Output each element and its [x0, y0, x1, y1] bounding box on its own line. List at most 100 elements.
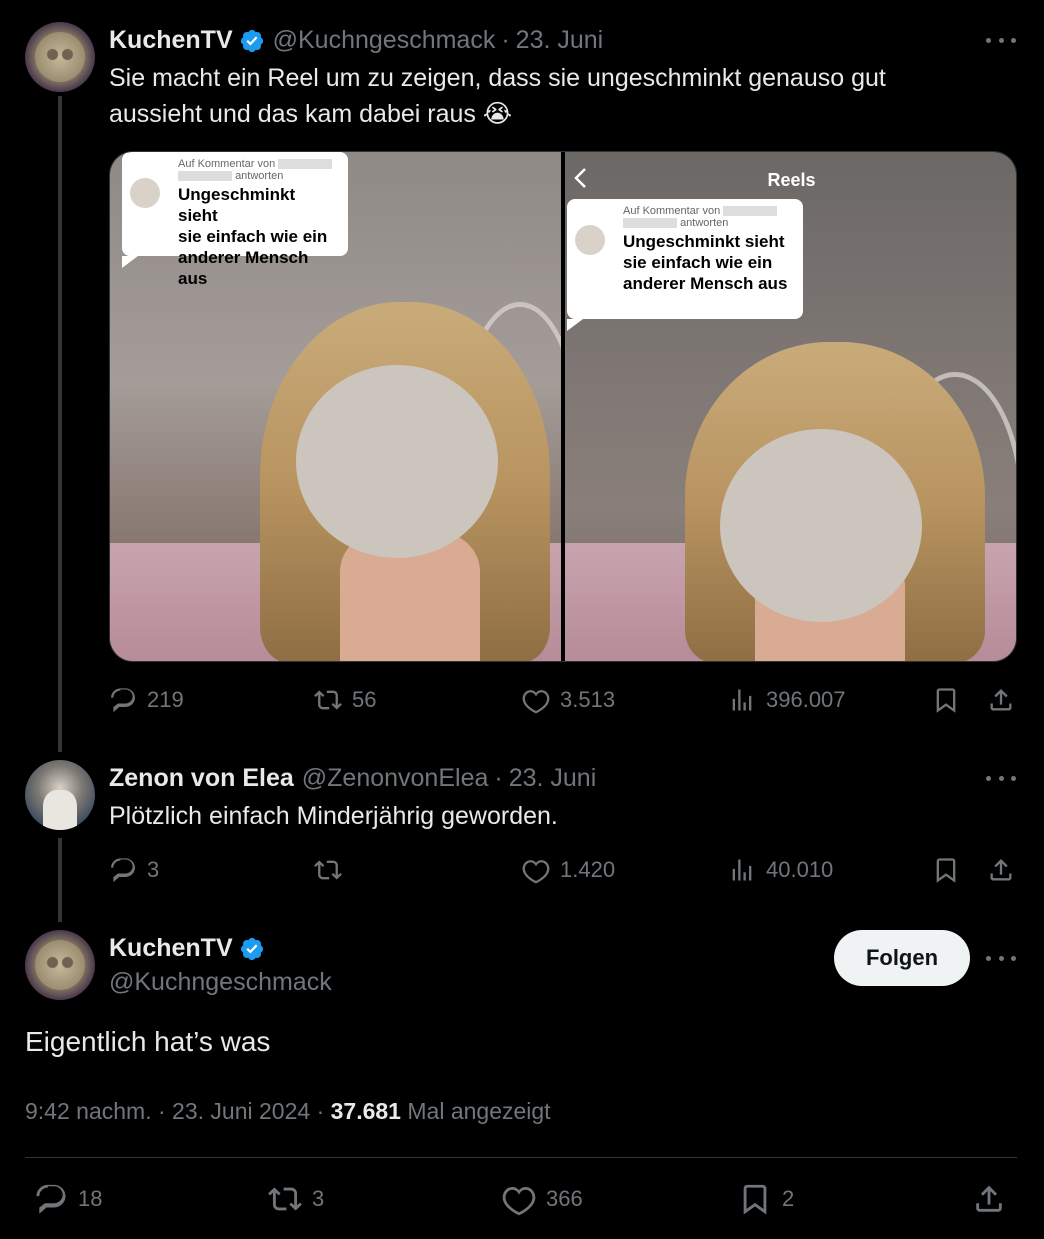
comment-small-text: Auf Kommentar von	[577, 205, 793, 217]
views-button[interactable]: 40.010	[728, 856, 833, 884]
author-handle[interactable]: @ZenonvonElea	[302, 764, 489, 793]
tweet-date[interactable]: 23. Juni	[509, 764, 597, 793]
like-button[interactable]: 1.420	[522, 856, 615, 884]
follow-button[interactable]: Folgen	[834, 930, 970, 986]
separator-dot: ·	[316, 1098, 331, 1124]
comment-bubble: Auf Kommentar von antworten Ungeschminkt…	[567, 199, 803, 331]
share-button[interactable]	[972, 1182, 1016, 1216]
bookmark-icon	[743, 1184, 767, 1215]
tweet-date[interactable]: 23. Juni	[516, 26, 604, 55]
main-tweet-text: Eigentlich hat’s was	[25, 1026, 271, 1057]
like-button[interactable]: 366	[502, 1182, 583, 1216]
share-icon	[976, 1185, 1002, 1212]
divider	[25, 1157, 1017, 1158]
repost-icon	[268, 1187, 302, 1211]
analytics-icon	[732, 859, 752, 881]
tweet-media[interactable]: Auf Kommentar von antworten Ungeschminkt…	[109, 151, 1017, 662]
tweet-text: Sie macht ein Reel um zu zeigen, dass si…	[109, 60, 886, 132]
verified-badge-icon	[240, 937, 263, 960]
share-icon	[990, 859, 1012, 881]
separator-dot: ·	[157, 1098, 173, 1124]
like-count: 3.513	[560, 687, 616, 712]
tweet-time[interactable]: 9:42 nachm.	[25, 1098, 152, 1124]
like-count: 366	[546, 1186, 583, 1211]
like-button[interactable]: 3.513	[522, 686, 615, 714]
view-label: Mal angezeigt	[407, 1098, 551, 1124]
tweet-header: KuchenTV	[109, 934, 265, 963]
comment-text: anderer Mensch aus	[178, 248, 309, 288]
bookmark-count: 2	[782, 1186, 795, 1211]
reels-header: Reels	[767, 170, 816, 190]
share-button[interactable]	[987, 686, 1025, 714]
tweet-text-line: aussieht und das kam dabei raus 😭	[109, 100, 513, 128]
comment-avatar	[130, 178, 160, 208]
separator-dot: ·	[501, 26, 510, 54]
tweet-header: KuchenTV @Kuchngeschmack · 23. Juni	[109, 26, 603, 55]
repost-button[interactable]: 3	[268, 1182, 324, 1216]
comment-small-text: antworten	[577, 217, 793, 229]
tweet-text-line: Sie macht ein Reel um zu zeigen, dass si…	[109, 64, 886, 92]
author-name[interactable]: Zenon von Elea	[109, 764, 294, 793]
author-handle[interactable]: @Kuchngeschmack	[273, 26, 496, 55]
comment-text: Ungeschminkt sieht	[178, 185, 296, 225]
bookmark-icon	[936, 858, 956, 883]
comment-avatar	[575, 225, 605, 255]
author-handle[interactable]: @Kuchngeschmack	[109, 968, 332, 997]
bookmark-button[interactable]: 2	[738, 1182, 794, 1216]
repost-count: 3	[312, 1186, 325, 1211]
view-count: 40.010	[766, 857, 834, 882]
views-button[interactable]: 396.007	[728, 686, 846, 714]
share-icon	[990, 689, 1012, 711]
avatar[interactable]	[25, 22, 95, 92]
author-name[interactable]: KuchenTV	[109, 934, 233, 963]
author-name[interactable]: KuchenTV	[109, 26, 233, 55]
reply-button[interactable]: 18	[34, 1182, 102, 1216]
comment-text: anderer Mensch aus	[623, 274, 788, 293]
thread-line	[58, 96, 62, 752]
face-blur	[720, 429, 922, 622]
more-options-icon[interactable]	[986, 948, 1016, 968]
reply-button[interactable]: 219	[109, 686, 184, 714]
avatar[interactable]	[25, 760, 95, 830]
tweet-meta: 9:42 nachm. · 23. Juni 2024 · 37.681 Mal…	[25, 1098, 551, 1125]
video-frame-right: Reels Auf Kommentar von antworten Ungesc…	[565, 152, 1016, 661]
view-count: 37.681	[330, 1098, 401, 1124]
thread-line	[58, 838, 62, 922]
bookmark-button[interactable]	[932, 856, 970, 884]
analytics-icon	[732, 689, 752, 711]
heart-icon	[522, 690, 550, 714]
reply-button[interactable]: 3	[109, 856, 159, 884]
verified-badge-icon	[240, 29, 263, 52]
comment-small-text: Auf Kommentar von	[132, 158, 338, 170]
bookmark-icon	[936, 688, 956, 713]
tweet-full-date[interactable]: 23. Juni 2024	[172, 1098, 310, 1124]
comment-text: Ungeschminkt sieht	[623, 232, 785, 251]
more-options-icon[interactable]	[986, 768, 1016, 788]
repost-icon	[314, 690, 342, 710]
separator-dot: ·	[494, 764, 503, 792]
more-options-icon[interactable]	[986, 30, 1016, 50]
repost-button[interactable]: 56	[314, 686, 376, 714]
comment-text: sie einfach wie ein	[178, 227, 328, 246]
repost-button[interactable]	[314, 856, 352, 884]
tweet-text: Plötzlich einfach Minderjährig geworden.	[109, 802, 558, 830]
bookmark-button[interactable]	[932, 686, 970, 714]
repost-count: 56	[352, 687, 377, 712]
reply-icon	[36, 1184, 66, 1214]
share-button[interactable]	[987, 856, 1025, 884]
avatar[interactable]	[25, 930, 95, 1000]
reply-icon	[111, 688, 135, 713]
view-count: 396.007	[766, 687, 846, 712]
comment-bubble: Auf Kommentar von antworten Ungeschminkt…	[122, 152, 348, 288]
handle-row: @Kuchngeschmack	[109, 968, 332, 997]
video-frame-left: Auf Kommentar von antworten Ungeschminkt…	[110, 152, 561, 661]
repost-icon	[314, 860, 342, 880]
reply-count: 219	[147, 687, 184, 712]
reply-count: 18	[78, 1186, 103, 1211]
reply-icon	[111, 858, 135, 883]
heart-icon	[522, 860, 550, 884]
heart-icon	[502, 1186, 536, 1216]
tweet-header: Zenon von Elea @ZenonvonElea · 23. Juni	[109, 764, 596, 793]
face-blur	[296, 365, 498, 558]
comment-text: sie einfach wie ein	[623, 253, 773, 272]
